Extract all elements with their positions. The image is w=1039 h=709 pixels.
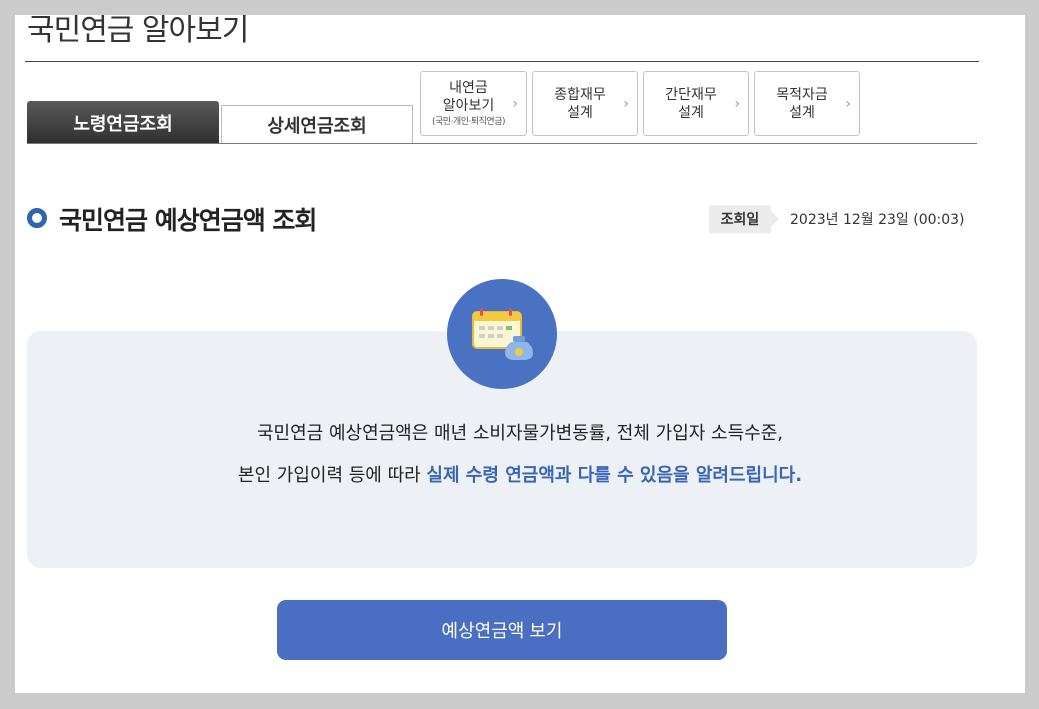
calendar-money-graphic [472, 308, 533, 360]
notice-line-2-plain: 본인 가입이력 등에 따라 [237, 465, 427, 486]
chevron-right-icon: › [845, 95, 851, 112]
subtab-simple-plan[interactable]: 간단재무 설계 › [643, 71, 749, 136]
subtab-my-pension[interactable]: 내연금 알아보기 (국민·개인·퇴직연금) › [420, 71, 527, 136]
subtab-my-pension-note: (국민·개인·퇴직연금) [432, 116, 506, 127]
notice-highlight: 실제 수령 연금액과 다를 수 있음을 알려드립니다. [426, 465, 803, 486]
section-title: 국민연금 예상연금액 조회 [59, 206, 317, 235]
section-bullet-icon [27, 208, 47, 228]
subtab-purpose-line2: 설계 [789, 104, 815, 121]
subtab-purpose-fund[interactable]: 목적자금 설계 › [754, 71, 860, 136]
subtab-comprehensive-plan[interactable]: 종합재무 설계 › [532, 71, 638, 136]
subtab-simple-line2: 설계 [678, 104, 704, 121]
date-label: 조회일 [709, 205, 779, 233]
tab-old-age-pension[interactable]: 노령연금조회 [27, 101, 219, 144]
date-value: 2023년 12월 23일 (00:03) [790, 212, 965, 228]
chevron-right-icon: › [512, 95, 518, 112]
subtab-purpose-line1: 목적자금 [776, 86, 828, 103]
page-title: 국민연금 알아보기 [27, 15, 249, 48]
subtab-simple-line1: 간단재무 [665, 86, 717, 103]
view-estimate-button[interactable]: 예상연금액 보기 [277, 600, 727, 660]
subtab-comprehensive-line2: 설계 [567, 104, 593, 121]
notice-line-1: 국민연금 예상연금액은 매년 소비자물가변동률, 전체 가입자 소득수준, [256, 423, 783, 444]
chevron-right-icon: › [623, 95, 629, 112]
main-panel: 국민연금 알아보기 노령연금조회 상세연금조회 내연금 알아보기 (국민·개인·… [15, 15, 1025, 693]
chevron-right-icon: › [734, 95, 740, 112]
calendar-money-icon [447, 279, 557, 389]
subtab-my-pension-line2: 알아보기 [442, 97, 495, 114]
notice-line-2: 본인 가입이력 등에 따라 실제 수령 연금액과 다를 수 있음을 알려드립니다… [15, 461, 1025, 487]
subtab-comprehensive-line1: 종합재무 [554, 86, 606, 103]
title-divider [25, 61, 979, 62]
tab-detailed-pension[interactable]: 상세연금조회 [221, 105, 413, 144]
tabs-divider [27, 143, 977, 144]
subtab-my-pension-line1: 내연금 [449, 79, 488, 96]
